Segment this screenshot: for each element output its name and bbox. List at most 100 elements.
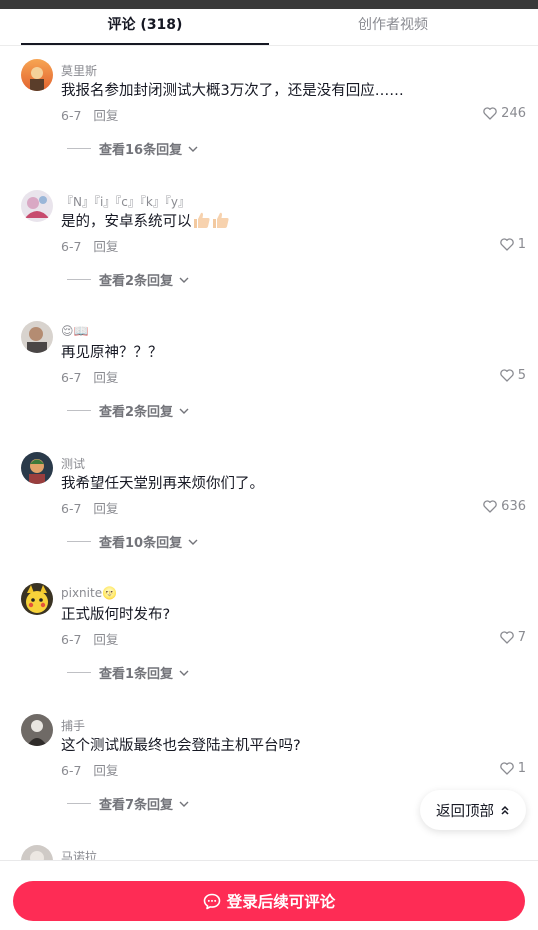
chat-bubble-icon (203, 893, 221, 909)
bottom-bar: 登录后续可评论 (0, 861, 538, 930)
heart-outline-icon (499, 631, 514, 644)
comment-meta: 6-7 回复 (61, 236, 118, 255)
heart-outline-icon (483, 500, 497, 513)
like-count: 636 (501, 499, 526, 514)
like-count: 246 (501, 106, 526, 121)
divider-line (67, 672, 91, 673)
view-replies-label: 查看2条回复 (99, 405, 174, 420)
comment-date: 6-7 (61, 763, 82, 778)
heart-outline-icon (499, 762, 514, 775)
heart-outline-icon (499, 369, 514, 382)
comment-author[interactable]: 『N』『i』『c』『k』『y』 (61, 193, 190, 210)
back-to-top-label: 返回顶部 (436, 803, 494, 820)
heart-outline-icon (483, 107, 497, 120)
comment-text: 再见原神？？？ (61, 345, 163, 361)
comment-date: 6-7 (61, 501, 82, 516)
view-replies-label: 查看2条回复 (99, 274, 174, 289)
comment-author[interactable]: 莫里斯 (61, 62, 97, 79)
reply-button[interactable]: 回复 (93, 239, 118, 254)
comment-text: 这个测试版最终也会登陆主机平台吗? (61, 738, 301, 754)
comment-date: 6-7 (61, 108, 82, 123)
comment-author[interactable]: 😌📖 (61, 324, 88, 338)
like-button[interactable]: 636 (483, 499, 526, 514)
like-button[interactable]: 7 (499, 630, 526, 645)
login-to-comment-label: 登录后续可评论 (226, 893, 336, 911)
like-button[interactable]: 5 (499, 368, 526, 383)
avatar[interactable] (21, 714, 53, 746)
view-replies-button[interactable]: 查看1条回复 (67, 663, 189, 682)
comment-date: 6-7 (61, 370, 82, 385)
view-replies-button[interactable]: 查看2条回复 (67, 401, 189, 420)
comment-text: 我报名参加封闭测试大概3万次了，还是没有回应…… (61, 83, 404, 99)
comment-item: 莫里斯 我报名参加封闭测试大概3万次了，还是没有回应…… 6-7 回复 246 查… (0, 59, 538, 190)
comment-item: 马诺拉 (0, 845, 538, 860)
heart-outline-icon (499, 238, 514, 251)
view-replies-label: 查看10条回复 (99, 536, 183, 551)
tab-comments[interactable]: 评论 (318) (21, 9, 269, 45)
reply-button[interactable]: 回复 (93, 108, 118, 123)
avatar[interactable] (21, 583, 53, 615)
reply-button[interactable]: 回复 (93, 501, 118, 516)
thumbs-up-emoji (212, 212, 229, 228)
view-replies-label: 查看16条回复 (99, 143, 183, 158)
avatar[interactable] (21, 845, 53, 860)
divider-line (67, 541, 91, 542)
active-tab-indicator (21, 43, 269, 45)
chevron-down-icon (188, 146, 198, 152)
view-replies-label: 查看1条回复 (99, 667, 174, 682)
comment-author[interactable]: 马诺拉 (61, 848, 97, 860)
view-replies-button[interactable]: 查看7条回复 (67, 794, 189, 813)
chevron-down-icon (179, 801, 189, 807)
reply-button[interactable]: 回复 (93, 370, 118, 385)
comment-author[interactable]: pixnite🌝 (61, 586, 117, 600)
like-count: 1 (517, 761, 526, 776)
like-button[interactable]: 1 (499, 761, 526, 776)
comment-meta: 6-7 回复 (61, 498, 118, 517)
comment-text-content: 是的，安卓系统可以 (61, 214, 192, 230)
divider-line (67, 148, 91, 149)
back-to-top-button[interactable]: 返回顶部 (420, 790, 526, 830)
comment-item: pixnite🌝 正式版何时发布? 6-7 回复 7 查看1条回复 (0, 583, 538, 714)
divider-line (67, 279, 91, 280)
double-chevron-up-icon (501, 805, 509, 815)
chevron-down-icon (188, 539, 198, 545)
comment-meta: 6-7 回复 (61, 760, 118, 779)
view-replies-button[interactable]: 查看2条回复 (67, 270, 189, 289)
divider-line (67, 803, 91, 804)
like-button[interactable]: 246 (483, 106, 526, 121)
chevron-down-icon (179, 670, 189, 676)
comment-date: 6-7 (61, 239, 82, 254)
comment-author[interactable]: 捕手 (61, 717, 85, 734)
like-button[interactable]: 1 (499, 237, 526, 252)
chevron-down-icon (179, 277, 189, 283)
like-count: 1 (517, 237, 526, 252)
like-count: 7 (517, 630, 526, 645)
top-status-strip (0, 0, 538, 9)
avatar[interactable] (21, 190, 53, 222)
tab-creator-videos[interactable]: 创作者视频 (269, 9, 517, 45)
avatar[interactable] (21, 321, 53, 353)
chevron-down-icon (179, 408, 189, 414)
tab-bar: 评论 (318) 创作者视频 (0, 9, 538, 46)
comment-item: 😌📖 再见原神？？？ 6-7 回复 5 查看2条回复 (0, 321, 538, 452)
comment-meta: 6-7 回复 (61, 367, 118, 386)
comment-text: 我希望任天堂别再来烦你们了。 (61, 476, 264, 492)
thumbs-up-emoji (193, 212, 210, 228)
divider-line (67, 410, 91, 411)
like-count: 5 (517, 368, 526, 383)
login-to-comment-button[interactable]: 登录后续可评论 (13, 881, 525, 921)
comment-date: 6-7 (61, 632, 82, 647)
view-replies-button[interactable]: 查看10条回复 (67, 532, 198, 551)
comment-meta: 6-7 回复 (61, 629, 118, 648)
avatar[interactable] (21, 452, 53, 484)
avatar[interactable] (21, 59, 53, 91)
comment-author[interactable]: 测试 (61, 455, 85, 472)
reply-button[interactable]: 回复 (93, 632, 118, 647)
view-replies-button[interactable]: 查看16条回复 (67, 139, 198, 158)
comment-text: 正式版何时发布? (61, 607, 171, 623)
comment-item: 『N』『i』『c』『k』『y』 是的，安卓系统可以 6-7 回复 1 查看2条回复 (0, 190, 538, 321)
view-replies-label: 查看7条回复 (99, 798, 174, 813)
comment-item: 测试 我希望任天堂别再来烦你们了。 6-7 回复 636 查看10条回复 (0, 452, 538, 583)
reply-button[interactable]: 回复 (93, 763, 118, 778)
comment-meta: 6-7 回复 (61, 105, 118, 124)
